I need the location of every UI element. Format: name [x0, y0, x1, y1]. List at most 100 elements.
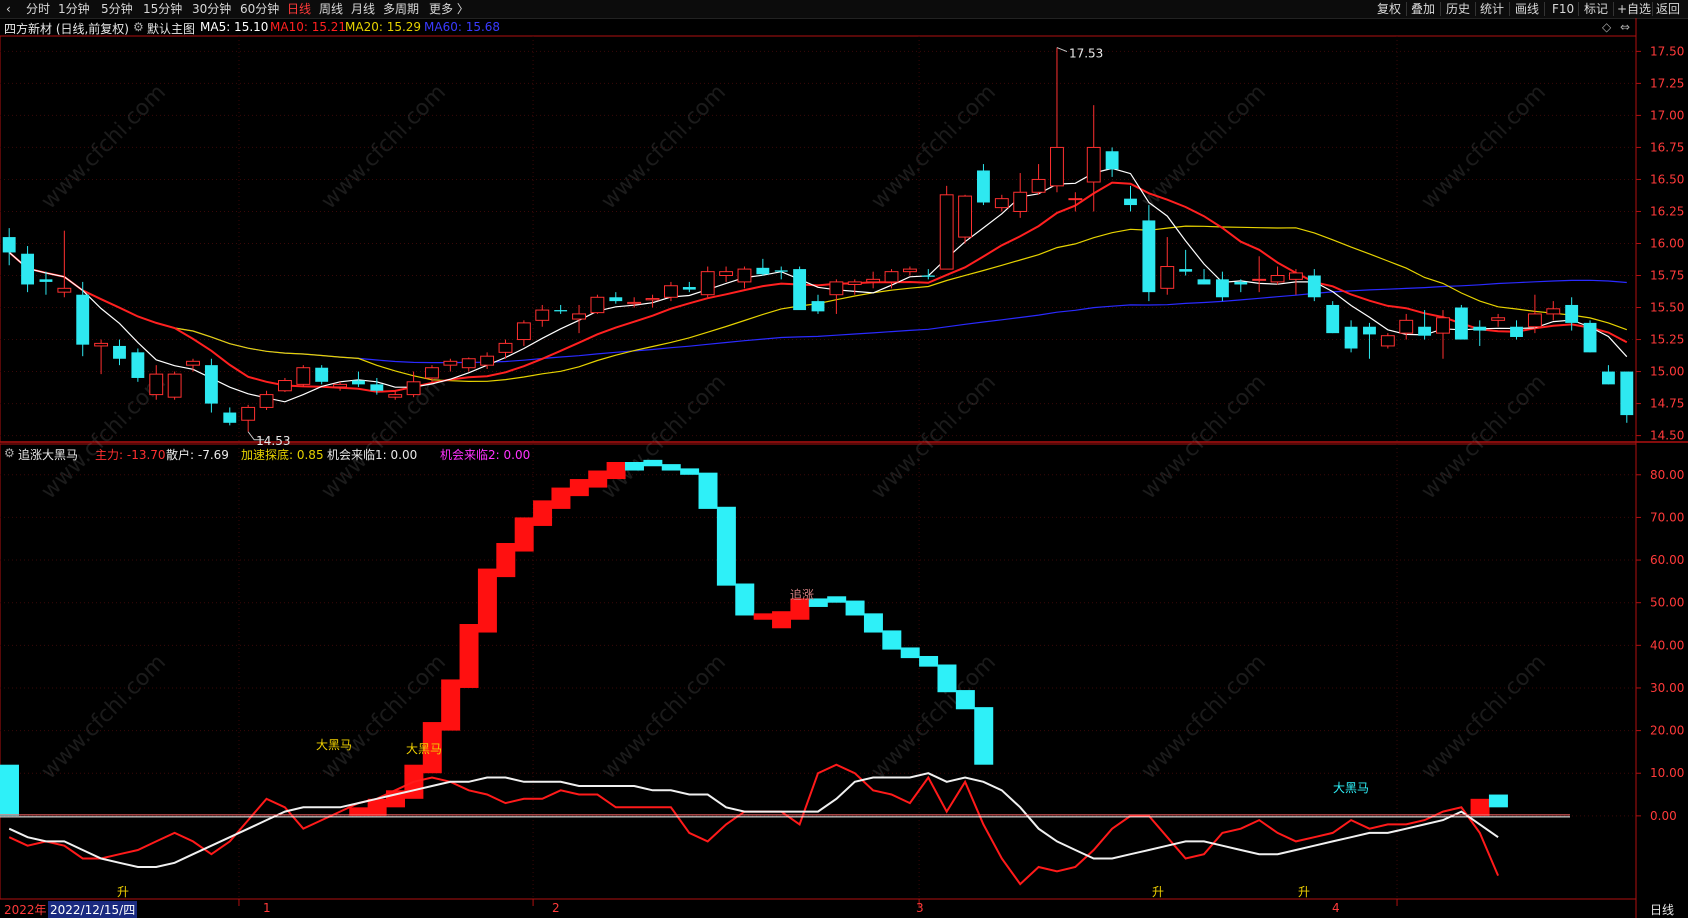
candle-body — [76, 294, 90, 345]
candle-body — [1124, 198, 1137, 206]
indicator-bar — [0, 764, 19, 816]
indicator-bar — [919, 655, 939, 667]
candle-body — [1583, 322, 1597, 353]
indicator-bar — [661, 464, 681, 471]
candle-body — [1363, 326, 1376, 335]
ma-lines — [8, 167, 1628, 403]
candle-body — [1601, 371, 1615, 385]
sheng-label-3: 升 — [1298, 885, 1310, 899]
year-label: 2022年 — [4, 903, 47, 917]
candle-body — [939, 194, 954, 270]
price-tick-label: 15.25 — [1650, 333, 1684, 347]
candle-body — [1546, 308, 1561, 315]
candle-body — [1620, 371, 1634, 416]
chart-canvas[interactable]: www.cfchi.com www.cfchi.com www.cfchi.com w… — [0, 0, 1688, 918]
price-tick-label: 15.00 — [1650, 365, 1684, 379]
candle-body — [609, 297, 623, 302]
indicator-bar — [588, 470, 608, 488]
candle-body — [977, 170, 990, 203]
price-tick-label: 17.50 — [1650, 44, 1684, 58]
candle-body — [682, 287, 696, 290]
indicator-bar — [569, 479, 589, 497]
candle-body — [1105, 151, 1119, 170]
main-panel-border — [0, 35, 1637, 443]
candle-body — [1491, 317, 1506, 321]
candle-body — [204, 365, 218, 404]
candle-body — [1234, 281, 1248, 285]
candle-body — [590, 296, 605, 314]
price-tick-label: 16.00 — [1650, 236, 1684, 250]
candle-body — [921, 275, 935, 277]
candle-body — [333, 383, 348, 388]
candle-body — [1252, 278, 1267, 281]
candle-body — [21, 253, 35, 285]
candle-body — [1307, 275, 1321, 298]
candle-body — [958, 195, 972, 238]
indicator-bars — [0, 459, 1508, 816]
indicator-bar — [1470, 798, 1490, 816]
candle-body — [1344, 326, 1358, 349]
zhuizhang-label: 追涨 — [790, 587, 814, 602]
retail-line — [8, 772, 1499, 868]
dahema-label-3: 大黑马 — [1333, 781, 1369, 795]
candle-body — [1510, 326, 1523, 337]
candle-body — [700, 271, 715, 296]
candle-body — [1068, 198, 1083, 201]
price-tick-label: 14.50 — [1650, 429, 1684, 443]
candle-body — [1160, 266, 1175, 289]
indicator-bar — [716, 506, 736, 586]
candle-body — [847, 281, 862, 285]
candle-body — [1399, 319, 1414, 334]
indicator-tick-label: 40.00 — [1650, 638, 1684, 652]
month-4: 4 — [1332, 901, 1340, 915]
candle-body — [296, 367, 311, 385]
price-tick-label: 14.75 — [1650, 397, 1684, 411]
price-tick-label: 16.50 — [1650, 172, 1684, 186]
date-cursor: 2022/12/15/四 — [48, 901, 138, 918]
candle-body — [443, 360, 458, 366]
candle-body — [1031, 178, 1046, 193]
candles — [2, 47, 1634, 432]
candle-body — [664, 285, 678, 298]
indicator-bar — [772, 611, 792, 629]
indicator-tick-label: 20.00 — [1650, 724, 1684, 738]
candle-body — [259, 394, 274, 408]
month-1: 1 — [263, 901, 271, 915]
indicator-tick-label: 0.00 — [1650, 809, 1677, 823]
candle-body — [149, 373, 164, 396]
candle-body — [131, 352, 145, 378]
candle-body — [113, 345, 126, 359]
period-label[interactable]: 日线 — [1650, 901, 1674, 918]
candle-body — [461, 358, 476, 369]
candle-body — [829, 281, 844, 296]
watermark-text: www.cfchi.com — [317, 370, 451, 504]
candle-body — [884, 271, 899, 283]
indicator-tick-label: 30.00 — [1650, 681, 1684, 695]
dahema-label-2: 大黑马 — [406, 742, 442, 756]
candle-body — [1270, 275, 1285, 283]
candle-body — [1454, 307, 1468, 340]
candle-body — [1050, 146, 1064, 187]
candle-body — [241, 406, 256, 421]
indicator-lines — [8, 763, 1500, 886]
watermark-text: www.cfchi.com — [867, 370, 1001, 504]
watermark-text: www.cfchi.com — [1417, 370, 1551, 504]
indicator-bar — [937, 664, 957, 693]
candle-body — [756, 267, 770, 275]
time-axis-bar: 2022年 2022/12/15/四 1 2 3 4 日线 — [0, 900, 1688, 918]
candle-body — [1215, 279, 1229, 298]
sheng-label-1: 升 — [117, 885, 129, 899]
candle-body — [1380, 335, 1395, 347]
candle-body — [627, 301, 642, 305]
watermark-layer: www.cfchi.com www.cfchi.com www.cfchi.com w… — [37, 80, 1551, 784]
indicator-bar — [606, 462, 626, 480]
indicator-tick-label: 80.00 — [1650, 468, 1684, 482]
candle-body — [719, 271, 734, 277]
candle-body — [1436, 317, 1450, 334]
indicator-tick-label: 70.00 — [1650, 510, 1684, 524]
price-tick-label: 15.75 — [1650, 269, 1684, 283]
month-2: 2 — [552, 901, 560, 915]
indicator-bar — [900, 647, 920, 659]
candle-body — [406, 381, 421, 396]
month-3: 3 — [916, 901, 924, 915]
